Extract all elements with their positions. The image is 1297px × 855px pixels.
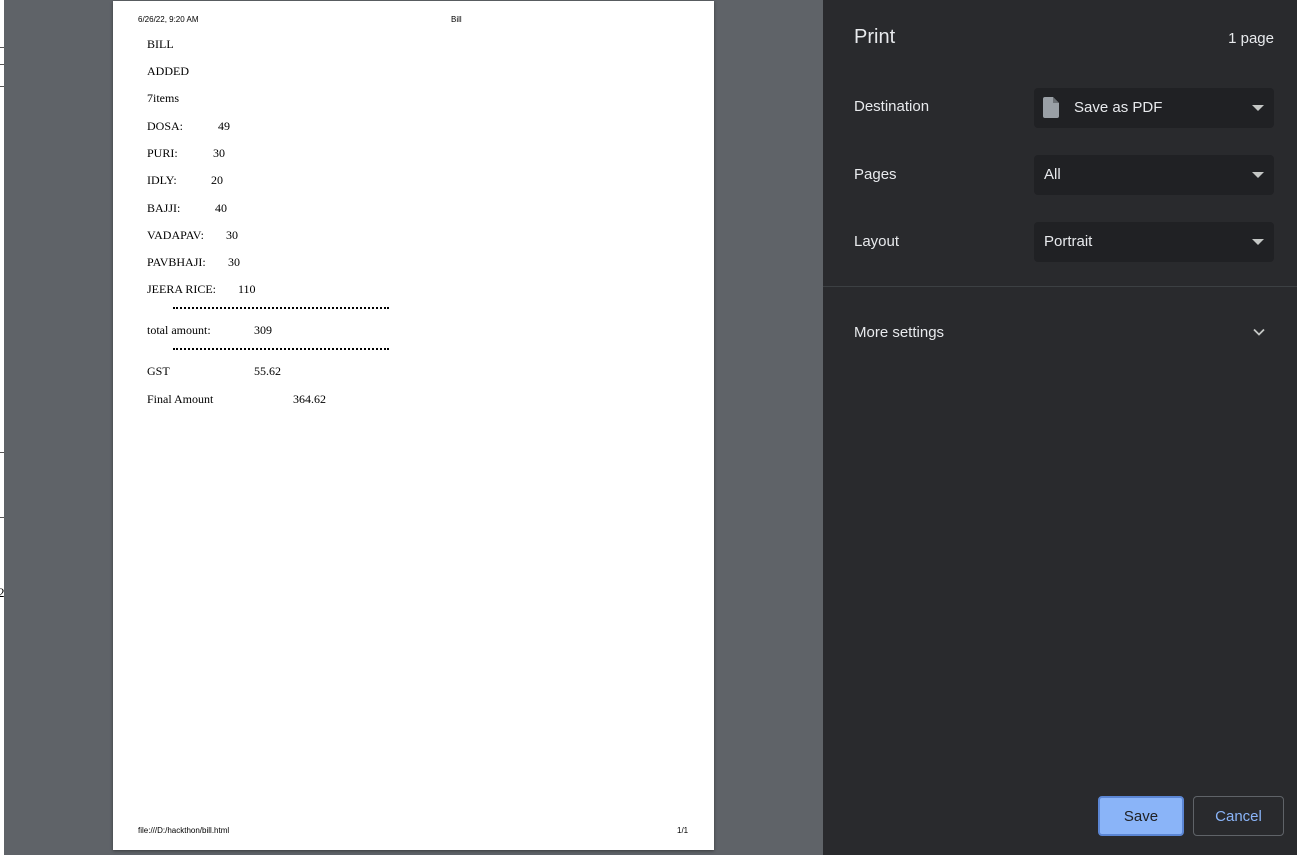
- destination-label: Destination: [854, 98, 930, 115]
- item-count: 7items: [147, 91, 179, 105]
- chevron-down-icon[interactable]: [1251, 324, 1267, 340]
- destination-value: Save as PDF: [1074, 99, 1163, 116]
- layout-label: Layout: [854, 233, 900, 250]
- destination-select[interactable]: Save as PDF: [1034, 88, 1274, 128]
- bill-item-price: 30: [228, 255, 240, 269]
- preview-page: 6/26/22, 9:20 AM Bill BILL ADDED 7items …: [113, 1, 714, 850]
- dropdown-arrow-icon: [1252, 105, 1264, 111]
- bill-item-name: IDLY:: [147, 173, 177, 187]
- bill-item-price: 110: [238, 282, 256, 296]
- print-settings-panel: Print 1 page Destination Save as PDF Pag…: [823, 0, 1297, 855]
- bill-heading: BILL: [147, 37, 174, 51]
- bill-item-name: VADAPAV:: [147, 228, 204, 242]
- pages-select[interactable]: All: [1034, 155, 1274, 195]
- save-button[interactable]: Save: [1098, 796, 1184, 836]
- bill-item-name: BAJJI:: [147, 201, 181, 215]
- final-amount-label: Final Amount: [147, 392, 214, 406]
- pages-label: Pages: [854, 166, 897, 183]
- more-settings-toggle[interactable]: More settings: [854, 324, 944, 341]
- bill-item-price: 49: [218, 119, 230, 133]
- print-preview-area[interactable]: 6/26/22, 9:20 AM Bill BILL ADDED 7items …: [4, 0, 823, 855]
- bill-item-name: JEERA RICE:: [147, 282, 217, 296]
- document-icon: [1043, 97, 1059, 118]
- gst-value: 55.62: [254, 364, 281, 378]
- page-header-datetime: 6/26/22, 9:20 AM: [138, 15, 199, 24]
- dotted-separator: [173, 348, 389, 350]
- cancel-button[interactable]: Cancel: [1193, 796, 1284, 836]
- bill-item-name: PURI:: [147, 146, 178, 160]
- bill-item-price: 40: [215, 201, 227, 215]
- bill-item-price: 20: [211, 173, 223, 187]
- dotted-separator: [173, 307, 389, 309]
- bill-item-name: DOSA:: [147, 119, 184, 133]
- layout-select[interactable]: Portrait: [1034, 222, 1274, 262]
- print-title: Print: [854, 26, 896, 48]
- added-label: ADDED: [147, 64, 189, 78]
- page-header-title: Bill: [451, 15, 462, 24]
- total-amount-label: total amount:: [147, 323, 211, 337]
- dropdown-arrow-icon: [1252, 172, 1264, 178]
- final-amount-value: 364.62: [293, 392, 326, 406]
- bill-item-price: 30: [213, 146, 225, 160]
- pages-value: All: [1044, 166, 1061, 183]
- bill-item-price: 30: [226, 228, 238, 242]
- gst-label: GST: [147, 364, 170, 378]
- total-amount-value: 309: [254, 323, 272, 337]
- panel-divider: [823, 286, 1297, 287]
- dropdown-arrow-icon: [1252, 239, 1264, 245]
- layout-value: Portrait: [1044, 233, 1093, 250]
- bill-item-name: PAVBHAJI:: [147, 255, 206, 269]
- page-count: 1 page: [1228, 30, 1274, 47]
- page-footer-number: 1/1: [677, 826, 689, 835]
- page-footer-url: file:///D:/hackthon/bill.html: [138, 826, 230, 835]
